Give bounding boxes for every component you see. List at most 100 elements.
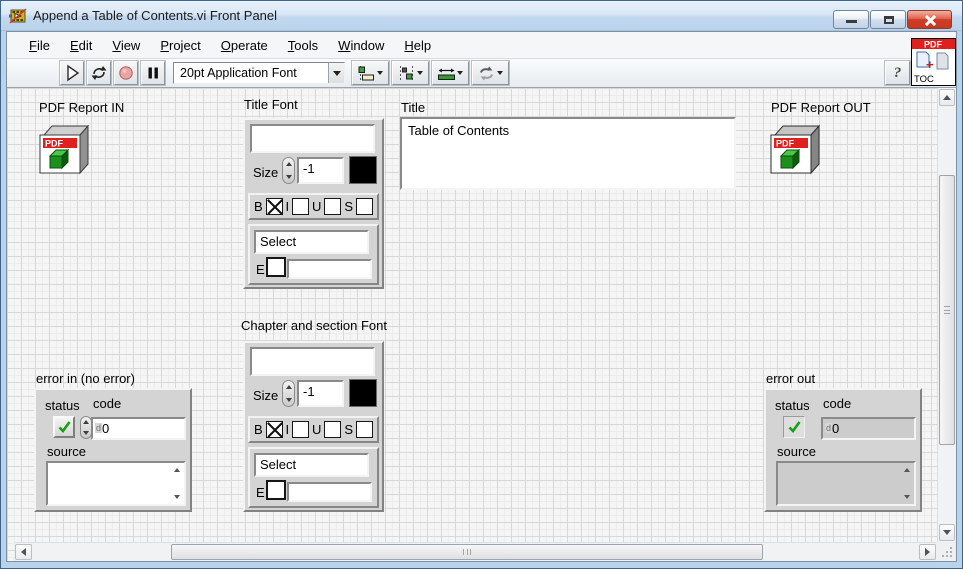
align-objects-button[interactable] (352, 61, 389, 85)
status-label: status (45, 398, 80, 413)
size-label: Size (253, 165, 278, 180)
enable-text-field[interactable] (287, 259, 372, 279)
source-scrollbar[interactable] (170, 463, 182, 504)
enable-checkbox[interactable] (266, 480, 286, 500)
font-selector[interactable]: 20pt Application Font (173, 62, 345, 84)
source-field (776, 461, 916, 506)
context-help-button[interactable]: ? (885, 61, 910, 85)
maximize-button[interactable] (870, 10, 906, 29)
menu-file[interactable]: File (19, 33, 60, 58)
vertical-scrollbar-thumb[interactable] (939, 175, 955, 445)
font-select-field[interactable]: Select (254, 230, 369, 254)
decrement-icon (83, 431, 89, 435)
enable-label: E (256, 485, 265, 500)
horizontal-scrollbar[interactable] (15, 542, 936, 561)
font-name-field[interactable] (250, 347, 375, 376)
source-label: source (47, 444, 86, 459)
scroll-up-button[interactable] (939, 89, 955, 106)
chevron-down-icon (417, 71, 423, 75)
horizontal-scrollbar-thumb[interactable] (171, 544, 763, 560)
size-field[interactable]: -1 (297, 380, 344, 407)
resize-objects-button[interactable] (432, 61, 469, 85)
bold-label: B (254, 422, 263, 437)
font-color-box[interactable] (349, 379, 377, 407)
chevron-down-icon (333, 71, 341, 76)
code-value: 0 (102, 421, 109, 436)
source-scrollbar[interactable] (900, 463, 912, 504)
align-objects-icon (358, 66, 375, 81)
vi-front-panel-window: Append a Table of Contents.vi Front Pane… (0, 0, 963, 569)
font-select-subcluster: Select E (248, 224, 379, 285)
front-panel: PDF Report IN PDF PDF Report OUT PDF (7, 88, 956, 561)
italic-checkbox[interactable] (292, 421, 309, 438)
pdf-report-out-indicator[interactable]: PDF (769, 123, 821, 175)
vi-pdf-toc-icon: PDF + TOC (911, 38, 956, 86)
font-selector-dropdown-button[interactable] (328, 63, 344, 83)
pause-button[interactable] (141, 61, 165, 85)
chevron-down-icon (377, 71, 383, 75)
enable-text-field[interactable] (287, 482, 372, 502)
decrement-icon (286, 175, 292, 179)
font-color-box[interactable] (349, 156, 377, 184)
menu-help[interactable]: Help (394, 33, 441, 58)
title-label: Title (401, 100, 425, 115)
increment-icon (286, 162, 292, 166)
menu-edit[interactable]: Edit (60, 33, 102, 58)
menu-window[interactable]: Window (328, 33, 394, 58)
scroll-right-button[interactable] (919, 544, 936, 560)
scroll-down-button[interactable] (939, 524, 955, 541)
abort-button[interactable] (114, 61, 138, 85)
scroll-down-icon (174, 495, 180, 499)
distribute-objects-button[interactable] (392, 61, 429, 85)
arrow-left-icon (21, 548, 26, 556)
resize-grip[interactable] (936, 542, 956, 561)
font-name-field[interactable] (250, 124, 375, 153)
minimize-button[interactable] (833, 10, 869, 29)
thumb-grip (944, 306, 950, 314)
code-field[interactable]: d0 (91, 417, 186, 440)
font-select-field[interactable]: Select (254, 453, 369, 477)
font-style-row: B I U S (248, 193, 379, 220)
underline-checkbox[interactable] (324, 421, 341, 438)
radix-mark: d (95, 423, 102, 433)
abort-icon (118, 65, 134, 81)
close-button[interactable] (907, 10, 952, 29)
run-continuously-button[interactable] (87, 61, 111, 85)
title-string-field[interactable]: Table of Contents (400, 117, 736, 190)
reorder-icon (478, 66, 495, 81)
italic-checkbox[interactable] (292, 198, 309, 215)
status-boolean[interactable] (53, 416, 75, 438)
menu-view[interactable]: View (102, 33, 150, 58)
underline-checkbox[interactable] (324, 198, 341, 215)
run-button[interactable] (60, 61, 84, 85)
code-value: 0 (832, 421, 839, 436)
enable-checkbox[interactable] (266, 257, 286, 277)
source-field[interactable] (46, 461, 186, 506)
strikeout-label: S (344, 422, 353, 437)
bold-checkbox[interactable] (266, 198, 283, 215)
error-in-cluster: status code d0 source (34, 388, 192, 512)
radix-mark: d (825, 423, 832, 433)
size-spinner[interactable] (282, 157, 295, 184)
menu-tools[interactable]: Tools (278, 33, 328, 58)
titlebar[interactable]: Append a Table of Contents.vi Front Pane… (1, 1, 962, 31)
arrow-right-icon (925, 548, 930, 556)
size-field[interactable]: -1 (297, 157, 344, 184)
source-label: source (777, 444, 816, 459)
pdf-report-in-control[interactable]: PDF (38, 123, 90, 175)
menu-project[interactable]: Project (150, 33, 210, 58)
vertical-scrollbar[interactable] (937, 88, 956, 542)
bold-checkbox[interactable] (266, 421, 283, 438)
strikeout-checkbox[interactable] (356, 421, 373, 438)
labview-vi-icon (9, 7, 27, 25)
arrow-up-icon (943, 95, 951, 100)
strikeout-checkbox[interactable] (356, 198, 373, 215)
pdf-report-out-label: PDF Report OUT (771, 100, 871, 115)
scroll-left-button[interactable] (15, 544, 32, 560)
menu-operate[interactable]: Operate (211, 33, 278, 58)
maximize-icon (884, 16, 894, 24)
reorder-button[interactable] (472, 61, 509, 85)
pause-icon (146, 66, 160, 80)
increment-icon (286, 385, 292, 389)
size-spinner[interactable] (282, 380, 295, 407)
